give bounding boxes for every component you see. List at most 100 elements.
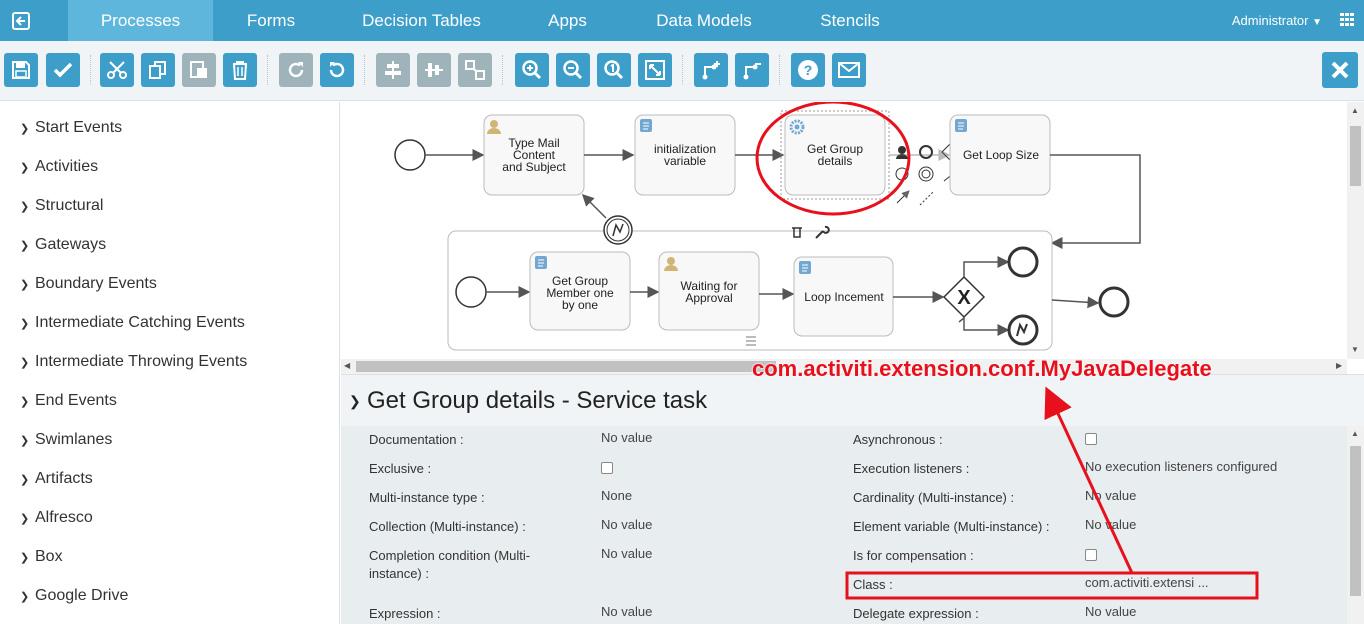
tab-forms[interactable]: Forms <box>213 0 329 41</box>
prop-checkbox-is-for-compensation[interactable] <box>1085 549 1097 561</box>
help-button[interactable]: ? <box>791 53 825 87</box>
task-label-line: and Subject <box>502 160 566 174</box>
subprocess-start-event[interactable] <box>455 276 487 308</box>
prop-label-delegate-expression: Delegate expression : <box>853 606 979 621</box>
prop-value-class[interactable]: com.activiti.extensi ... <box>1085 575 1209 590</box>
prop-value-execution-listeners[interactable]: No execution listeners configured <box>1085 459 1277 474</box>
back-arrow-icon[interactable] <box>0 0 41 41</box>
canvas-vertical-scrollbar[interactable]: ▲ ▼ <box>1347 102 1364 359</box>
zoom-out-button[interactable] <box>556 53 590 87</box>
task-label-line: Loop Incement <box>804 290 884 304</box>
prop-value-expression[interactable]: No value <box>601 604 652 619</box>
prop-value-documentation[interactable]: No value <box>601 430 652 445</box>
prop-value-multi-instance-type[interactable]: None <box>601 488 632 503</box>
palette-item-start-events[interactable]: ❯ Start Events <box>20 118 122 138</box>
validate-button[interactable] <box>46 53 80 87</box>
scroll-right-icon[interactable]: ▶ <box>1336 361 1342 370</box>
chevron-right-icon: ❯ <box>20 278 30 291</box>
task-loop-increment[interactable]: Loop Incement <box>793 256 894 337</box>
bendpoint-remove-icon <box>743 63 761 80</box>
palette-item-intermediate-catching-events[interactable]: ❯ Intermediate Catching Events <box>20 313 245 333</box>
zoom-fit-button[interactable] <box>638 53 672 87</box>
quick-user-task-icon[interactable] <box>896 146 908 159</box>
palette-item-label: Box <box>35 548 63 565</box>
task-get-group-details[interactable]: Get Group details <box>780 110 890 200</box>
scroll-down-icon[interactable]: ▼ <box>1351 345 1359 354</box>
palette-item-intermediate-throwing-events[interactable]: ❯ Intermediate Throwing Events <box>20 352 247 372</box>
tab-processes[interactable]: Processes <box>68 0 213 47</box>
prop-label-completion-condition: Completion condition (Multi- <box>369 548 531 563</box>
palette-item-alfresco[interactable]: ❯ Alfresco <box>20 508 93 528</box>
scroll-up-icon[interactable]: ▲ <box>1351 429 1359 438</box>
task-get-loop-size[interactable]: Get Loop Size <box>949 114 1051 196</box>
tab-stencils[interactable]: Stencils <box>800 0 900 41</box>
quick-end-event-icon[interactable] <box>919 145 933 159</box>
redo-button[interactable] <box>279 53 313 87</box>
paste-icon <box>190 61 207 78</box>
boundary-error-event[interactable] <box>603 215 633 245</box>
tab-apps[interactable]: Apps <box>520 0 615 41</box>
zoom-in-button[interactable] <box>515 53 549 87</box>
palette-item-label: Google Drive <box>35 587 129 604</box>
paste-button[interactable] <box>182 53 216 87</box>
task-waiting-for-approval[interactable]: Waiting for Approval <box>658 251 760 331</box>
copy-button[interactable] <box>141 53 175 87</box>
error-end-event[interactable] <box>1007 314 1039 346</box>
palette-item-google-drive[interactable]: ❯ Google Drive <box>20 586 128 606</box>
redo-icon <box>288 62 304 78</box>
subprocess-end-event[interactable] <box>1007 246 1039 278</box>
delete-icon <box>233 61 247 80</box>
palette-item-artifacts[interactable]: ❯ Artifacts <box>20 469 93 489</box>
prop-value-delegate-expression[interactable]: No value <box>1085 604 1136 619</box>
script-icon <box>640 119 652 132</box>
cut-icon <box>107 61 127 79</box>
end-event[interactable] <box>1098 286 1130 318</box>
prop-value-cardinality[interactable]: No value <box>1085 488 1136 503</box>
property-panel-scrollbar[interactable]: ▲ <box>1347 426 1364 624</box>
same-size-button[interactable] <box>458 53 492 87</box>
align-vertical-button[interactable] <box>417 53 451 87</box>
bendpoint-remove-button[interactable] <box>735 53 769 87</box>
palette-item-activities[interactable]: ❯ Activities <box>20 157 98 177</box>
task-type-mail[interactable]: Type Mail Content and Subject <box>483 114 585 196</box>
bendpoint-add-button[interactable] <box>694 53 728 87</box>
close-editor-button[interactable] <box>1322 52 1358 88</box>
process-canvas[interactable]: Type Mail Content and Subject initializati… <box>341 102 1364 374</box>
scroll-up-icon[interactable]: ▲ <box>1351 106 1359 115</box>
prop-checkbox-exclusive[interactable] <box>601 462 613 474</box>
undo-button[interactable] <box>320 53 354 87</box>
app-grid-icon[interactable] <box>1340 13 1354 27</box>
prop-value-element-variable[interactable]: No value <box>1085 517 1136 532</box>
quick-association-icon[interactable] <box>919 190 935 206</box>
prop-checkbox-asynchronous[interactable] <box>1085 433 1097 445</box>
prop-value-completion-condition[interactable]: No value <box>601 546 652 561</box>
task-initialization-variable[interactable]: initialization variable <box>634 114 736 196</box>
palette-item-box[interactable]: ❯ Box <box>20 547 63 567</box>
delete-button[interactable] <box>223 53 257 87</box>
quick-connection-icon[interactable] <box>896 190 910 204</box>
palette-item-structural[interactable]: ❯ Structural <box>20 196 103 216</box>
chevron-down-icon[interactable]: ❯ <box>349 393 361 410</box>
palette-item-swimlanes[interactable]: ❯ Swimlanes <box>20 430 112 450</box>
task-get-group-member[interactable]: Get Group Member one by one <box>529 251 631 331</box>
cut-button[interactable] <box>100 53 134 87</box>
tab-data-models[interactable]: Data Models <box>630 0 778 41</box>
scroll-left-icon[interactable]: ◀ <box>344 361 350 370</box>
quick-intermediate-event-icon[interactable] <box>918 166 934 182</box>
same-size-icon <box>465 60 485 80</box>
user-menu[interactable]: Administrator ▼ <box>1232 0 1322 41</box>
palette-item-end-events[interactable]: ❯ End Events <box>20 391 117 411</box>
palette-item-gateways[interactable]: ❯ Gateways <box>20 235 106 255</box>
mail-button[interactable] <box>832 53 866 87</box>
start-event[interactable] <box>394 139 426 171</box>
save-button[interactable] <box>4 53 38 87</box>
prop-label-is-for-compensation: Is for compensation : <box>853 548 974 563</box>
prop-value-collection[interactable]: No value <box>601 517 652 532</box>
tab-decision-tables[interactable]: Decision Tables <box>340 0 503 41</box>
zoom-actual-button[interactable] <box>597 53 631 87</box>
palette-item-boundary-events[interactable]: ❯ Boundary Events <box>20 274 157 294</box>
palette-item-label: Gateways <box>35 236 107 253</box>
chevron-right-icon: ❯ <box>20 317 30 330</box>
align-horizontal-button[interactable] <box>376 53 410 87</box>
task-label-line: details <box>818 154 853 168</box>
